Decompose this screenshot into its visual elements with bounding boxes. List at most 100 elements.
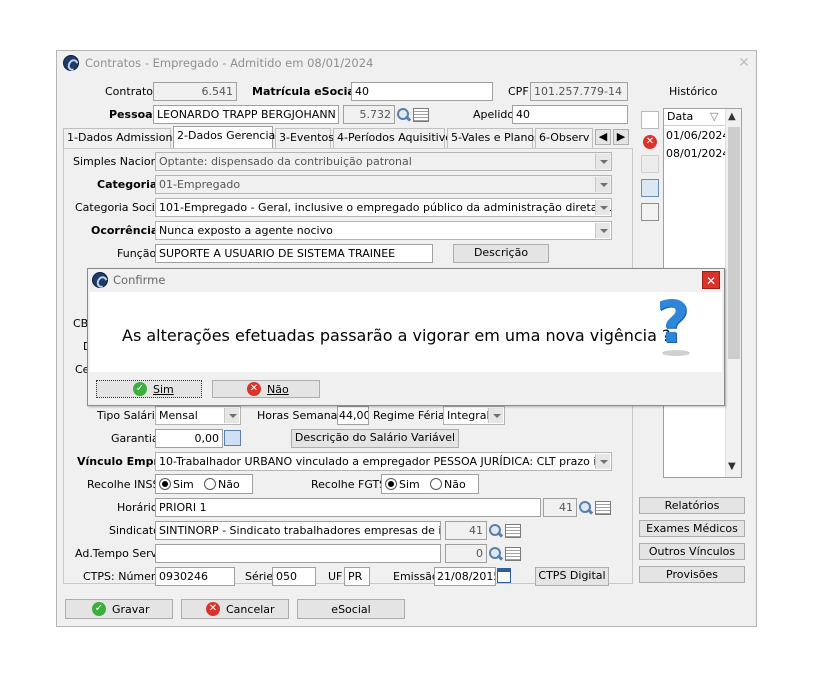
categoria-social-select[interactable]: 101-Empregado - Geral, inclusive o empre… — [155, 198, 612, 217]
tab-scroll-left-icon[interactable]: ◀ — [595, 129, 611, 145]
ocorrencia-value: Nunca exposto a agente nocivo — [159, 224, 333, 237]
categoria-select[interactable]: 01-Empregado — [155, 175, 612, 194]
inss-radio-group: Sim Não — [155, 474, 253, 494]
pessoa-code-field[interactable]: 5.732 — [343, 105, 395, 124]
window-titlebar: Contratos - Empregado - Admitido em 08/0… — [57, 51, 756, 75]
categoria-label: Categoria — [97, 178, 158, 191]
provisoes-button[interactable]: Provisões — [639, 566, 745, 583]
sort-icon: ▽ — [710, 110, 719, 123]
edit-note-icon[interactable] — [641, 111, 659, 129]
garantia-field[interactable]: 0,00 — [155, 429, 223, 448]
historico-scrollbar[interactable]: ▲ ▼ — [725, 109, 741, 477]
funcao-field[interactable]: SUPORTE A USUARIO DE SISTEMA TRAINEE — [155, 244, 433, 263]
tab-observ[interactable]: 6-Observ — [535, 128, 593, 148]
sindicato-field[interactable]: SINTINORP - Sindicato trabalhadores empr… — [155, 521, 441, 540]
horario-list-icon[interactable] — [595, 501, 611, 515]
adtempo-search-icon[interactable] — [488, 546, 504, 562]
cancelar-button[interactable]: ✕ Cancelar — [181, 599, 289, 619]
simples-nacional-select[interactable]: Optante: dispensado da contribuição patr… — [155, 152, 612, 171]
calendar-icon[interactable] — [497, 568, 511, 583]
window-close-icon[interactable]: ✕ — [734, 54, 754, 72]
cpf-label: CPF — [508, 85, 529, 98]
window-title: Contratos - Empregado - Admitido em 08/0… — [85, 56, 374, 70]
delete-icon[interactable]: ✕ — [643, 135, 657, 149]
tab-dados-gerenciais[interactable]: 2-Dados Gerenciais — [173, 126, 284, 148]
serie-field[interactable]: 050 — [272, 567, 316, 586]
uf-label: UF — [328, 570, 343, 583]
fgts-nao-radio[interactable] — [430, 478, 442, 490]
sindicato-list-icon[interactable] — [505, 524, 521, 538]
table-tool-icon[interactable] — [641, 179, 659, 197]
horario-field[interactable]: PRIORI 1 — [155, 498, 541, 517]
horas-semanais-field[interactable]: 44,00 — [337, 406, 369, 425]
dialog-sim-button[interactable]: ✓ Sim — [96, 380, 202, 398]
eraser-tool-icon[interactable] — [641, 203, 659, 221]
esocial-button[interactable]: eSocial — [297, 599, 405, 619]
scroll-down-icon[interactable]: ▼ — [728, 461, 736, 472]
scroll-thumb[interactable] — [728, 127, 740, 359]
adtempo-list-icon[interactable] — [505, 547, 521, 561]
sindicato-label: Sindicato — [109, 524, 160, 537]
confirme-dialog: Confirme ✕ As alterações efetuadas passa… — [87, 268, 725, 406]
matricula-esocial-field[interactable]: 40 — [351, 82, 493, 101]
contrato-label: Contrato — [105, 85, 154, 98]
historico-column-label: Data — [667, 110, 694, 123]
scroll-up-icon[interactable]: ▲ — [728, 111, 736, 122]
tipo-salario-select[interactable]: Mensal — [155, 406, 241, 425]
inss-sim-radio[interactable] — [159, 478, 171, 490]
sindicato-search-icon[interactable] — [488, 523, 504, 539]
dialog-message: As alterações efetuadas passarão a vigor… — [122, 326, 671, 345]
chevron-down-icon — [224, 408, 239, 423]
check-icon: ✓ — [133, 382, 147, 396]
horario-search-icon[interactable] — [578, 500, 594, 516]
vinculo-label: Vínculo Empr. — [77, 455, 162, 468]
pessoa-label: Pessoa — [109, 108, 153, 121]
tab-eventos[interactable]: 3-Eventos — [275, 128, 334, 148]
adtempo-code-field[interactable]: 0 — [445, 544, 487, 563]
historico-row[interactable]: 01/06/2024 — [666, 129, 729, 145]
pessoa-search-icon[interactable] — [396, 107, 412, 123]
descricao-button[interactable]: Descrição — [453, 244, 549, 263]
tab-vales-planos[interactable]: 5-Vales e Planos — [447, 128, 540, 148]
exames-medicos-button[interactable]: Exames Médicos — [639, 520, 745, 537]
funcao-label: Função — [117, 247, 157, 260]
relatorios-button[interactable]: Relatórios — [639, 497, 745, 514]
apelido-field[interactable]: 40 — [512, 105, 628, 124]
uf-field[interactable]: PR — [344, 567, 370, 586]
ocorrencia-select[interactable]: Nunca exposto a agente nocivo — [155, 221, 612, 240]
descricao-salario-variavel-button[interactable]: Descrição do Salário Variável — [291, 429, 459, 448]
dialog-nao-button[interactable]: ✕ Não — [212, 380, 320, 398]
historico-row[interactable]: 08/01/2024 — [666, 147, 729, 163]
gravar-button[interactable]: ✓ Gravar — [65, 599, 173, 619]
regime-ferias-select[interactable]: Integral — [443, 406, 505, 425]
ctps-digital-button[interactable]: CTPS Digital — [535, 567, 609, 586]
pessoa-list-icon[interactable] — [413, 108, 429, 122]
emissao-label: Emissão — [393, 570, 439, 583]
ctps-label: CTPS: Número — [83, 570, 162, 583]
simples-value: Optante: dispensado da contribuição patr… — [159, 155, 412, 168]
categoria-social-value: 101-Empregado - Geral, inclusive o empre… — [159, 201, 611, 214]
fgts-label: Recolhe FGTS — [311, 478, 387, 491]
categoria-social-label: Categoria Social — [75, 201, 165, 214]
vinculo-select[interactable]: 10-Trabalhador URBANO vinculado a empreg… — [155, 452, 612, 471]
emissao-field[interactable]: 21/08/2015 — [434, 567, 496, 586]
horario-code-field[interactable]: 41 — [543, 498, 577, 517]
fgts-sim-radio[interactable] — [385, 478, 397, 490]
calculator-icon[interactable] — [224, 430, 241, 446]
inss-nao-radio[interactable] — [204, 478, 216, 490]
blank-tool-icon[interactable] — [641, 155, 659, 173]
adtempo-field[interactable] — [155, 544, 441, 563]
simples-label: Simples Nacional — [73, 155, 168, 168]
dialog-close-icon[interactable]: ✕ — [702, 271, 720, 289]
tab-dados-admissionais[interactable]: 1-Dados Admissionais — [63, 128, 188, 148]
tab-scroll-right-icon[interactable]: ▶ — [613, 129, 629, 145]
pessoa-name-field[interactable]: LEONARDO TRAPP BERGJOHANN — [153, 105, 339, 124]
sindicato-code-field[interactable]: 41 — [445, 521, 487, 540]
cpf-field[interactable]: 101.257.779-14 — [530, 82, 628, 101]
ctps-numero-field[interactable]: 0930246 — [155, 567, 235, 586]
outros-vinculos-button[interactable]: Outros Vínculos — [639, 543, 745, 560]
tab-periodos-aquisitivos[interactable]: 4-Períodos Aquisitivos — [333, 128, 458, 148]
historico-column-header[interactable]: Data ▽ — [664, 109, 725, 126]
contrato-field[interactable]: 6.541 — [153, 82, 237, 101]
regime-label: Regime Férias — [373, 409, 451, 422]
